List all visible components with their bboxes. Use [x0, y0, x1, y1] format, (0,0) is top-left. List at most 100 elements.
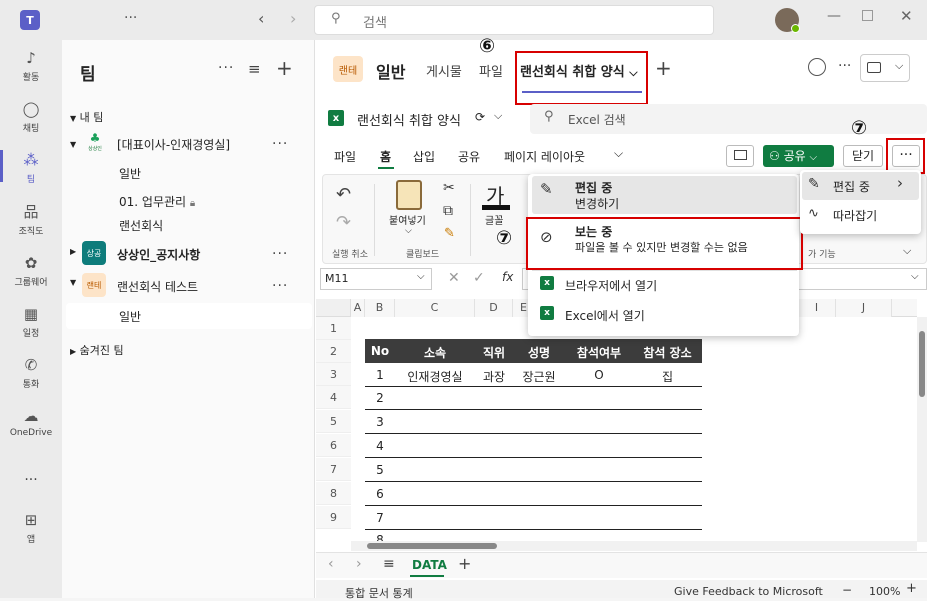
workbook-stats[interactable]: 통합 문서 통계 — [345, 585, 413, 601]
prev-sheet-icon[interactable]: ‹ — [328, 556, 334, 572]
row-header[interactable]: 5 — [316, 410, 351, 433]
table-header-cell[interactable]: 성명 — [513, 344, 565, 361]
add-icon[interactable]: + — [276, 56, 293, 80]
rail-teams[interactable]: ⁂ 팀 — [0, 150, 62, 185]
close-button[interactable]: 닫기 — [843, 145, 883, 167]
hidden-teams[interactable]: ▶ 숨겨진 팀 — [70, 342, 124, 358]
table-cell[interactable]: 1 — [365, 368, 395, 382]
avatar[interactable] — [775, 8, 800, 33]
function-icon[interactable]: fx — [502, 270, 513, 284]
add-tab-icon[interactable]: + — [655, 56, 672, 80]
table-cell[interactable]: O — [568, 368, 630, 382]
comment-button[interactable] — [726, 145, 754, 167]
table-cell[interactable]: 6 — [365, 487, 395, 501]
chevron-down-icon[interactable]: ⌵ — [405, 226, 412, 236]
file-name[interactable]: 랜선회식 취합 양식 — [357, 110, 461, 129]
row-header[interactable]: 2 — [316, 340, 351, 363]
rail-more[interactable]: ... — [0, 468, 62, 484]
row-header[interactable]: 1 — [316, 317, 351, 340]
rail-groupware[interactable]: ✿ 그룹웨어 — [0, 253, 62, 288]
team-more-icon[interactable]: ··· — [272, 136, 288, 152]
channel-item[interactable]: 일반 — [119, 165, 141, 182]
format-painter-icon[interactable]: ✎ — [444, 226, 455, 241]
rail-calls[interactable]: ✆ 통화 — [0, 355, 62, 390]
rail-orgchart[interactable]: 品 조직도 — [0, 202, 62, 237]
open-in-excel[interactable]: Excel에서 열기 — [565, 307, 645, 324]
row-header[interactable]: 3 — [316, 363, 351, 386]
row-header[interactable]: 8 — [316, 482, 351, 505]
ribbon-tab-page-layout[interactable]: 페이지 레이아웃 — [504, 148, 585, 165]
excel-search-box[interactable]: ⚲ Excel 검색 — [530, 104, 927, 134]
team-name[interactable]: 상상인_공지사항 — [117, 246, 200, 263]
channel-item[interactable]: 01. 업무관리 🔒︎ — [119, 193, 195, 210]
table-cell[interactable]: 인재경영실 — [395, 368, 475, 385]
rail-onedrive[interactable]: ☁ OneDrive — [0, 406, 62, 438]
ribbon-tab-file[interactable]: 파일 — [334, 148, 356, 165]
row-header[interactable]: 6 — [316, 434, 351, 457]
team-item-ceo[interactable]: ▼ — [70, 136, 76, 150]
col-header[interactable]: J — [836, 299, 892, 317]
table-cell[interactable]: 5 — [365, 463, 395, 477]
conversation-icon[interactable] — [808, 58, 826, 76]
paste-icon[interactable] — [396, 180, 422, 210]
search-box[interactable]: ⚲ 검색 — [314, 5, 714, 35]
share-button[interactable]: ⚇ 공유 ⌵ — [763, 145, 834, 167]
chevron-down-icon[interactable]: ⌵ — [614, 146, 623, 161]
add-sheet-icon[interactable]: + — [458, 554, 471, 573]
table-header-cell[interactable]: 참석여부 — [568, 344, 630, 361]
table-cell[interactable]: 4 — [365, 439, 395, 453]
col-header[interactable]: I — [798, 299, 836, 317]
table-header-cell[interactable]: 소속 — [395, 344, 475, 361]
channel-item[interactable]: 일반 — [119, 308, 141, 325]
table-cell[interactable]: 7 — [365, 511, 395, 525]
more-icon[interactable]: ··· — [124, 10, 137, 26]
copy-icon[interactable]: ⧉ — [443, 203, 453, 219]
cut-icon[interactable]: ✂ — [443, 180, 455, 196]
col-header[interactable]: A — [351, 299, 365, 317]
zoom-in-icon[interactable]: + — [906, 581, 917, 596]
vertical-scrollbar[interactable] — [917, 317, 927, 542]
scroll-thumb[interactable] — [919, 331, 925, 397]
team-more-icon[interactable]: ··· — [272, 246, 288, 262]
table-header-cell[interactable]: 직위 — [475, 344, 513, 361]
zoom-out-icon[interactable]: − — [842, 583, 852, 597]
undo-icon[interactable]: ↶ — [336, 184, 351, 205]
table-cell[interactable]: 집 — [633, 368, 702, 385]
ribbon-collapse-icon[interactable]: ⌵ — [903, 244, 911, 258]
sheet-list-icon[interactable]: ≡ — [383, 556, 395, 572]
team-name[interactable]: 랜선회식 테스트 — [117, 278, 198, 295]
minimize-icon[interactable]: — — [827, 8, 841, 24]
menu-item-editing[interactable] — [532, 176, 797, 214]
name-box[interactable]: M11 ⌵ — [320, 268, 432, 290]
col-header[interactable]: D — [475, 299, 513, 317]
scroll-thumb[interactable] — [367, 543, 497, 549]
confirm-formula-icon[interactable]: ✓ — [473, 270, 485, 286]
table-cell[interactable]: 과장 — [475, 368, 513, 385]
my-teams-header[interactable]: ▼ 내 팀 — [70, 109, 103, 125]
zoom-level[interactable]: 100% — [869, 585, 900, 598]
paste-label[interactable]: 붙여넣기 — [389, 212, 426, 227]
maximize-icon[interactable] — [862, 10, 873, 21]
rail-calendar[interactable]: ▦ 일정 — [0, 304, 62, 339]
table-cell[interactable]: 3 — [365, 415, 395, 429]
rail-chat[interactable]: ◯ 채팅 — [0, 99, 62, 134]
open-in-browser[interactable]: 브라우저에서 열기 — [565, 277, 657, 294]
forward-arrow-icon[interactable]: › — [290, 9, 296, 28]
select-all-corner[interactable] — [316, 299, 351, 317]
tab-posts[interactable]: 게시물 — [426, 61, 462, 80]
chevron-down-icon[interactable]: ⌵ — [494, 109, 502, 123]
channel-item[interactable]: 랜선회식 — [119, 217, 163, 234]
rail-activity[interactable]: ♪ 활동 — [0, 48, 62, 83]
ribbon-tab-insert[interactable]: 삽입 — [413, 148, 435, 165]
catch-up-label[interactable]: 따라잡기 — [833, 207, 877, 224]
ribbon-tab-share[interactable]: 공유 — [458, 148, 480, 165]
video-call-button[interactable]: ⌵ — [860, 54, 910, 82]
feedback-link[interactable]: Give Feedback to Microsoft — [674, 585, 823, 598]
horizontal-scrollbar[interactable] — [351, 541, 917, 551]
font-label[interactable]: 글꼴 — [485, 212, 503, 227]
close-window-icon[interactable]: ✕ — [900, 7, 913, 25]
rail-apps[interactable]: ⊞ 앱 — [0, 510, 62, 545]
cancel-formula-icon[interactable]: ✕ — [448, 270, 460, 286]
table-header-cell[interactable]: 참석 장소 — [633, 344, 702, 361]
table-cell[interactable]: 2 — [365, 391, 395, 405]
